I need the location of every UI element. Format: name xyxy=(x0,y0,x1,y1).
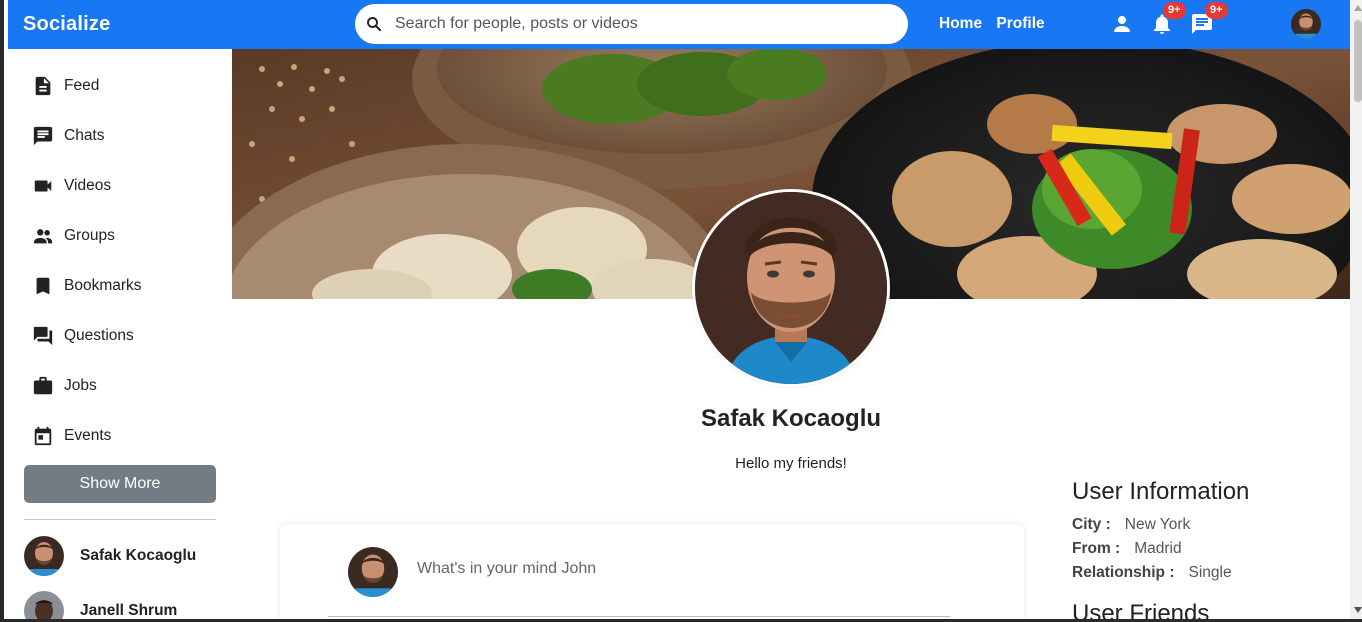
app-logo[interactable]: Socialize xyxy=(23,13,110,36)
share-divider xyxy=(328,616,950,617)
profile-picture xyxy=(692,189,890,387)
question-icon xyxy=(33,326,53,346)
sidebar-item-bookmarks[interactable]: Bookmarks xyxy=(32,273,142,299)
share-box xyxy=(280,524,1024,619)
show-more-button[interactable]: Show More xyxy=(24,465,216,503)
top-links: Home Profile xyxy=(939,15,1055,33)
sidebar-item-label: Questions xyxy=(64,327,134,344)
info-value: Single xyxy=(1188,564,1232,581)
app-window: Socialize Home Profile 9+ 9+ Feed Chats xyxy=(0,0,1362,622)
info-key: From : xyxy=(1072,540,1121,557)
user-avatar[interactable] xyxy=(1291,9,1321,39)
message-badge: 9+ xyxy=(1205,2,1228,19)
feed-icon xyxy=(35,76,51,96)
event-icon xyxy=(34,426,52,446)
work-icon xyxy=(33,376,53,395)
notification-badge: 9+ xyxy=(1163,2,1186,19)
info-value: New York xyxy=(1124,516,1191,533)
search-bar[interactable] xyxy=(355,4,908,44)
sidebar-item-label: Bookmarks xyxy=(64,277,142,294)
video-icon xyxy=(34,180,52,192)
user-info-title: User Information xyxy=(1072,478,1250,505)
sidebar-item-chats[interactable]: Chats xyxy=(32,123,105,149)
sidebar-item-feed[interactable]: Feed xyxy=(32,73,99,99)
info-row-city: City : New York xyxy=(1072,516,1190,534)
group-icon xyxy=(33,229,53,244)
bookmark-icon xyxy=(36,277,50,295)
sidebar-item-jobs[interactable]: Jobs xyxy=(32,373,97,399)
info-value: Madrid xyxy=(1134,540,1182,557)
sidebar-item-label: Feed xyxy=(64,77,100,94)
sidebar-divider xyxy=(24,519,216,520)
sidebar-item-label: Chats xyxy=(64,127,105,144)
topbar: Socialize Home Profile 9+ 9+ xyxy=(8,0,1350,49)
profile-description: Hello my friends! xyxy=(735,455,847,472)
friend-name: Janell Shrum xyxy=(80,602,178,619)
avatar xyxy=(348,547,398,597)
profile-link[interactable]: Profile xyxy=(996,15,1044,32)
post-input[interactable] xyxy=(417,560,937,578)
sidebar-item-events[interactable]: Events xyxy=(32,423,111,449)
sidebar-item-groups[interactable]: Groups xyxy=(32,223,115,249)
friend-list-item[interactable]: Janell Shrum xyxy=(24,591,178,619)
info-key: City : xyxy=(1072,516,1111,533)
avatar xyxy=(24,591,64,619)
sidebar-item-questions[interactable]: Questions xyxy=(32,323,134,349)
sidebar-item-videos[interactable]: Videos xyxy=(32,173,111,199)
scrollbar[interactable] xyxy=(1350,0,1362,619)
sidebar-item-label: Events xyxy=(64,427,112,444)
avatar xyxy=(24,536,64,576)
info-key: Relationship : xyxy=(1072,564,1175,581)
friend-list-item[interactable]: Safak Kocaoglu xyxy=(24,536,196,576)
scroll-thumb[interactable] xyxy=(1354,20,1362,102)
sidebar-item-label: Groups xyxy=(64,227,115,244)
scroll-up-icon[interactable] xyxy=(1354,5,1362,11)
sidebar-item-label: Videos xyxy=(64,177,112,194)
search-icon xyxy=(367,17,382,32)
friend-name: Safak Kocaoglu xyxy=(80,547,197,564)
info-row-from: From : Madrid xyxy=(1072,540,1182,558)
sidebar: Feed Chats Videos Groups Bookmarks Quest… xyxy=(8,49,232,619)
user-friends-title: User Friends xyxy=(1072,600,1210,622)
sidebar-item-label: Jobs xyxy=(64,377,97,394)
person-icon[interactable] xyxy=(1110,12,1134,36)
home-link[interactable]: Home xyxy=(939,15,982,32)
search-input[interactable] xyxy=(395,15,875,33)
info-row-relationship: Relationship : Single xyxy=(1072,564,1232,582)
profile-name: Safak Kocaoglu xyxy=(700,405,882,432)
scroll-down-icon[interactable] xyxy=(1354,607,1362,613)
chat-icon xyxy=(33,126,53,146)
